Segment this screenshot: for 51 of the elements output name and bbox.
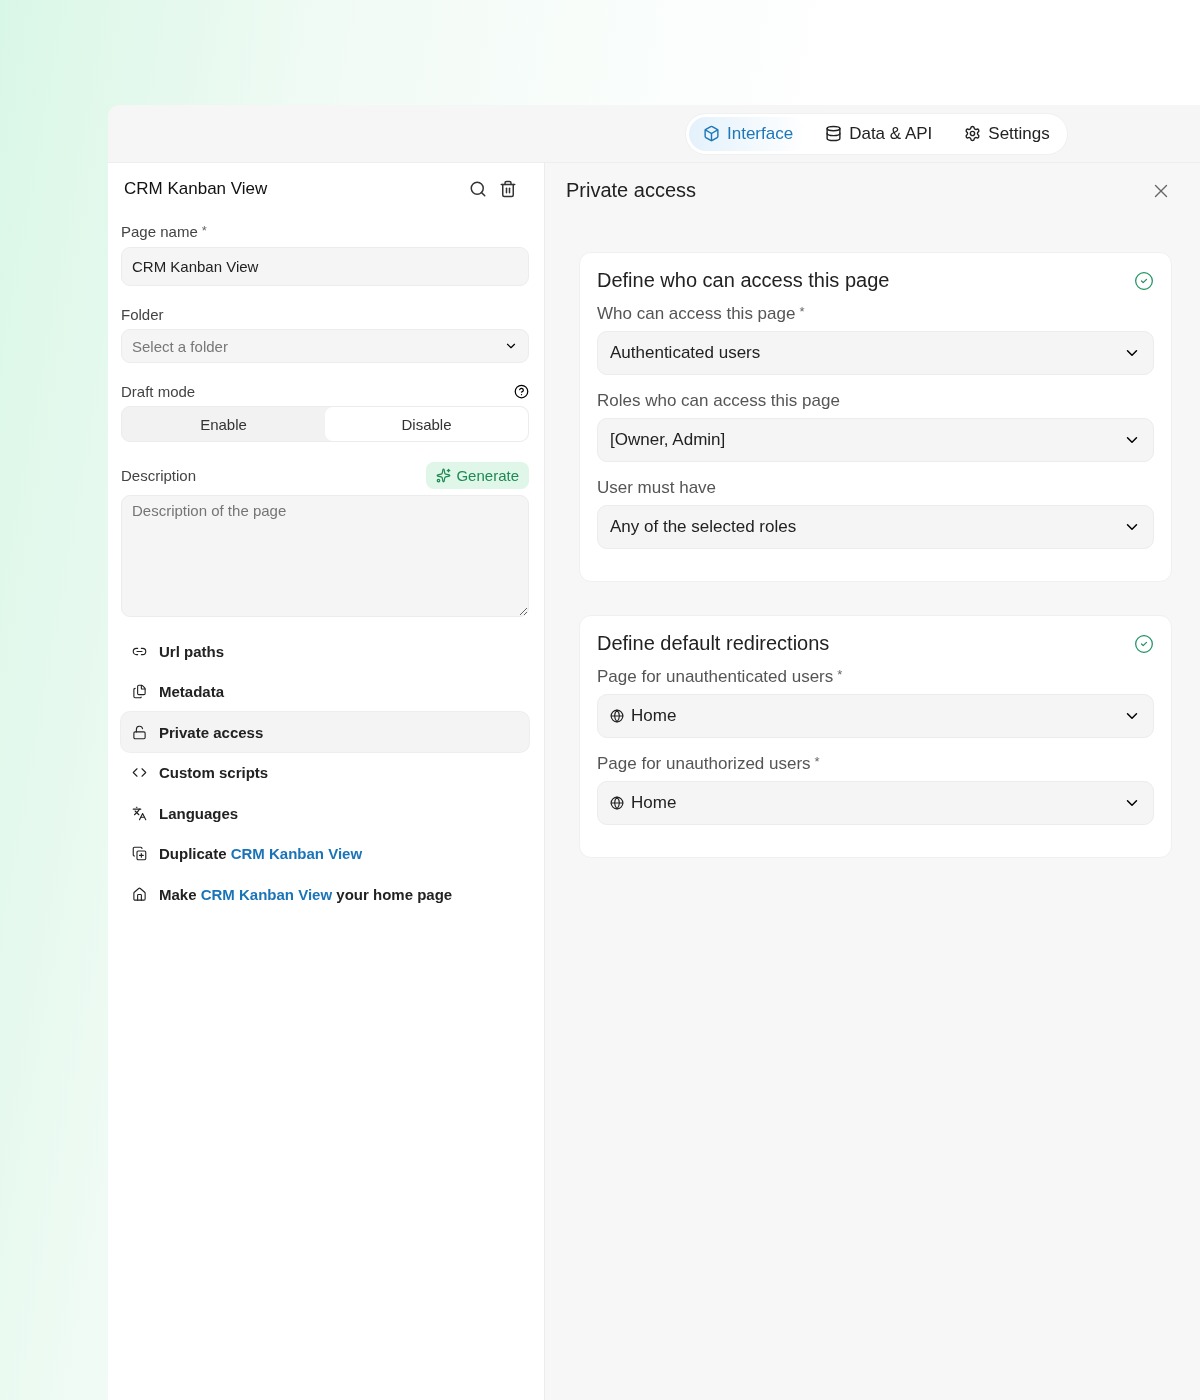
globe-icon xyxy=(610,796,624,810)
help-icon[interactable] xyxy=(514,384,529,399)
menu-item[interactable]: Metadata xyxy=(121,671,529,712)
files-icon xyxy=(132,684,147,700)
field-label: Draft mode xyxy=(121,383,196,400)
field-label: Page name xyxy=(121,223,198,240)
sparkle-icon xyxy=(436,468,452,483)
field-label: Description xyxy=(121,467,197,484)
copy-icon xyxy=(132,846,147,862)
page-name-field[interactable]: CRM Kanban View xyxy=(121,247,529,286)
generate-button[interactable]: Generate xyxy=(426,462,529,489)
required-mark: * xyxy=(201,223,207,238)
field-label: Page for unauthorized users xyxy=(597,754,811,773)
select-field[interactable]: Home xyxy=(597,694,1154,738)
menu-item[interactable]: Custom scripts xyxy=(121,752,529,793)
section-title: Define default redirections xyxy=(597,632,830,655)
required-mark: * xyxy=(814,754,820,769)
menu-item[interactable]: Make CRM Kanban View your home page xyxy=(121,874,529,915)
panel-title: Private access xyxy=(566,179,697,202)
required-mark: * xyxy=(799,304,805,319)
unlocked-padlock-icon xyxy=(132,724,147,740)
select-field[interactable]: [Owner, Admin] xyxy=(597,418,1154,462)
settings-icon xyxy=(964,125,982,142)
search-icon[interactable] xyxy=(469,180,487,198)
house-icon xyxy=(132,887,147,903)
select-field[interactable]: Authenticated users xyxy=(597,331,1154,375)
description-field[interactable]: Description of the page xyxy=(121,495,529,617)
cube-icon xyxy=(703,125,720,142)
globe-icon xyxy=(610,709,624,723)
field-label: Who can access this page xyxy=(597,304,796,323)
translate-icon xyxy=(132,805,147,821)
section-title: Define who can access this page xyxy=(597,269,890,292)
trash-icon[interactable] xyxy=(499,180,517,198)
folder-select[interactable]: Select a folder xyxy=(121,329,529,363)
select-field[interactable]: Any of the selected roles xyxy=(597,505,1154,549)
menu-item[interactable]: Languages xyxy=(121,793,529,834)
field-label: Folder xyxy=(121,306,164,323)
field-label: Page for unauthenticated users xyxy=(597,667,834,686)
tab[interactable]: Data & API xyxy=(811,116,947,151)
field-label: User must have xyxy=(597,478,717,497)
segment-option[interactable]: Disable xyxy=(325,407,528,441)
required-mark: * xyxy=(837,667,843,682)
menu-item[interactable]: Private access xyxy=(121,712,529,753)
segment-option[interactable]: Enable xyxy=(122,407,325,441)
database-icon xyxy=(825,125,843,142)
tab[interactable]: Settings xyxy=(950,116,1064,151)
field-label: Roles who can access this page xyxy=(597,391,840,410)
select-field[interactable]: Home xyxy=(597,781,1154,825)
page-title: CRM Kanban View xyxy=(124,179,268,199)
menu-item[interactable]: Duplicate CRM Kanban View xyxy=(121,833,529,874)
menu-item[interactable]: Url paths xyxy=(121,631,529,671)
